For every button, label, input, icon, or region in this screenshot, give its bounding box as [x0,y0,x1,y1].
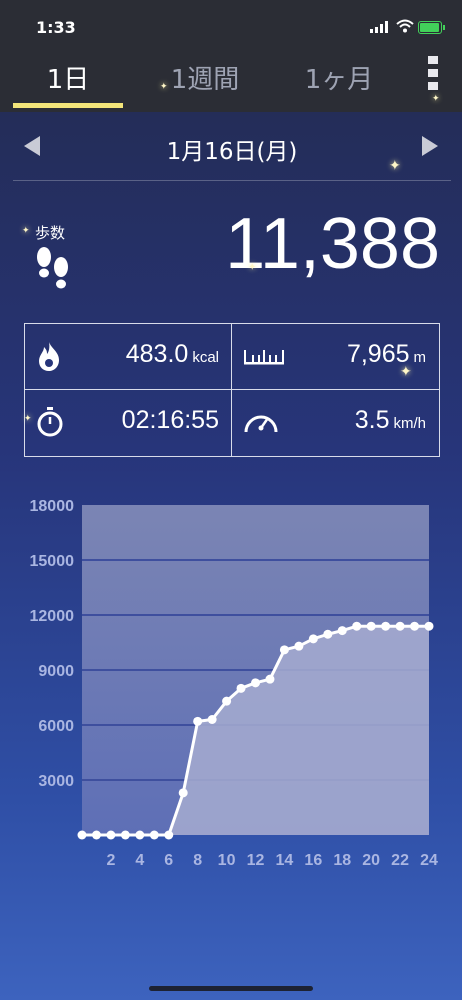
calories-unit: kcal [192,349,219,366]
y-tick-label: 6000 [38,718,74,735]
speed-unit: km/h [393,415,426,432]
date-selector: 1月16日(月) [14,128,450,172]
date-label: 1月16日(月) [166,139,298,165]
x-tick-label: 4 [135,852,144,869]
home-indicator [149,986,313,991]
sparkle-icon: ✦ [22,226,30,236]
chart-data-point [251,678,260,688]
y-tick-label: 12000 [30,608,75,625]
distance-unit: m [413,349,427,366]
chart-data-point [149,830,159,840]
flame-icon [39,342,59,371]
y-tick-label: 15000 [30,553,75,570]
duration-value: 02:16:55 [121,406,219,434]
sparkle-icon: ✦ [160,82,168,92]
chart-data-point [294,641,304,651]
chart-data-point [410,621,420,631]
chart-data-point [193,716,203,726]
tab-month[interactable]: 1ヶ月 [284,60,394,100]
next-day-button[interactable] [422,136,438,156]
chart-data-point [135,830,145,840]
steps-count: 11,388 [225,204,440,284]
stopwatch-icon [37,407,63,437]
chart-data-point [164,830,174,840]
tab-day[interactable]: 1日 [13,60,123,100]
x-tick-label: 24 [420,852,438,869]
x-tick-label: 10 [218,852,236,869]
steps-label: 歩数 [35,224,66,242]
chart-data-point [323,629,333,639]
x-tick-label: 14 [276,852,294,869]
x-tick-label: 6 [164,852,173,869]
chart-data-point [222,696,232,706]
more-menu-button[interactable] [426,54,440,94]
ruler-icon [244,350,284,365]
speed-value: 3.5 [354,406,390,434]
chart-data-point [352,621,362,631]
sparkle-icon: ✦ [389,158,401,174]
period-tabs: 1日 1週間 1ヶ月 [0,52,462,112]
chart-data-point [207,715,217,724]
sparkle-icon: ✦ [400,364,412,380]
x-tick-label: 16 [304,852,322,869]
y-tick-label: 3000 [38,773,74,790]
stats-grid: 483.0 kcal 7,965 m 02:16:55 3.5 km/h [24,323,440,457]
x-tick-label: 18 [333,852,351,869]
status-bar: 1:33 [0,0,462,52]
chart-data-point [178,788,188,798]
duration-cell: 02:16:55 [25,390,231,455]
chart-data-point [265,674,275,684]
y-tick-label: 18000 [30,498,75,515]
sparkle-icon: ✦ [248,262,257,273]
x-tick-label: 22 [391,852,409,869]
status-time: 1:33 [36,18,76,37]
battery-icon [418,21,445,34]
sparkle-icon: ✦ [432,94,440,104]
divider [13,180,451,181]
footprints-icon [37,247,68,289]
chart-data-point [337,626,347,636]
steps-chart: 3000600090001200015000180002 4 6 8 10 12 14 16 1… [30,498,439,869]
chart-data-point [308,634,318,644]
x-tick-label: 8 [193,852,202,869]
chart-data-point [381,621,391,631]
x-tick-label: 12 [247,852,265,869]
wifi-icon [396,19,414,33]
chart-data-point [279,645,289,655]
chart-data-point [77,830,87,840]
x-tick-label: 2 [106,852,115,869]
speed-cell: 3.5 km/h [232,390,438,455]
calories-cell: 483.0 kcal [25,324,231,389]
chart-data-point [236,683,246,693]
x-tick-label: 20 [362,852,380,869]
chart-data-point [424,621,434,631]
calories-value: 483.0 [125,340,189,368]
chart-data-point [366,621,376,631]
sparkle-icon: ✦ [24,414,32,424]
speedometer-icon [244,415,278,433]
chart-data-point [91,830,101,840]
chart-data-point [120,830,130,840]
tab-week[interactable]: 1週間 [150,60,260,100]
chart-data-point [395,621,405,631]
chart-data-point [106,830,116,840]
cellular-signal-icon [370,21,388,33]
active-tab-indicator [13,103,123,108]
y-tick-label: 9000 [38,663,74,680]
